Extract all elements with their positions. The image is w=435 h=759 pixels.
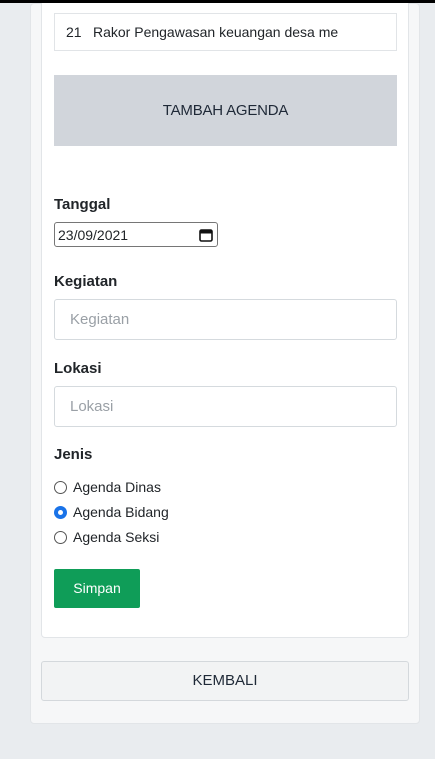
radio-button[interactable] — [54, 530, 67, 544]
calendar-icon[interactable] — [195, 228, 217, 242]
agenda-title: Rakor Pengawasan keuangan desa me — [93, 24, 339, 40]
kembali-button[interactable]: KEMBALI — [41, 661, 409, 701]
agenda-number: 21 — [66, 24, 82, 40]
tanggal-label: Tanggal — [54, 196, 111, 213]
radio-label: Agenda Seksi — [73, 529, 160, 545]
radio-label: Agenda Bidang — [73, 504, 169, 520]
radio-agenda-bidang[interactable]: Agenda Bidang — [54, 503, 169, 521]
lokasi-input[interactable] — [54, 386, 397, 427]
radio-agenda-seksi[interactable]: Agenda Seksi — [54, 528, 159, 546]
radio-button[interactable] — [54, 480, 67, 494]
list-item[interactable]: 21 Rakor Pengawasan keuangan desa me — [54, 13, 397, 51]
simpan-button[interactable]: Simpan — [54, 569, 140, 608]
kegiatan-input[interactable] — [54, 299, 397, 340]
jenis-label: Jenis — [54, 446, 93, 463]
tanggal-value: 23/09/2021 — [58, 226, 129, 243]
tambah-agenda-button[interactable]: TAMBAH AGENDA — [54, 75, 397, 146]
lokasi-label: Lokasi — [54, 360, 102, 377]
tanggal-date-input[interactable]: 23/09/2021 — [54, 222, 218, 247]
radio-label: Agenda Dinas — [73, 479, 161, 495]
radio-agenda-dinas[interactable]: Agenda Dinas — [54, 478, 161, 496]
kegiatan-label: Kegiatan — [54, 273, 118, 290]
radio-button[interactable] — [54, 505, 67, 519]
